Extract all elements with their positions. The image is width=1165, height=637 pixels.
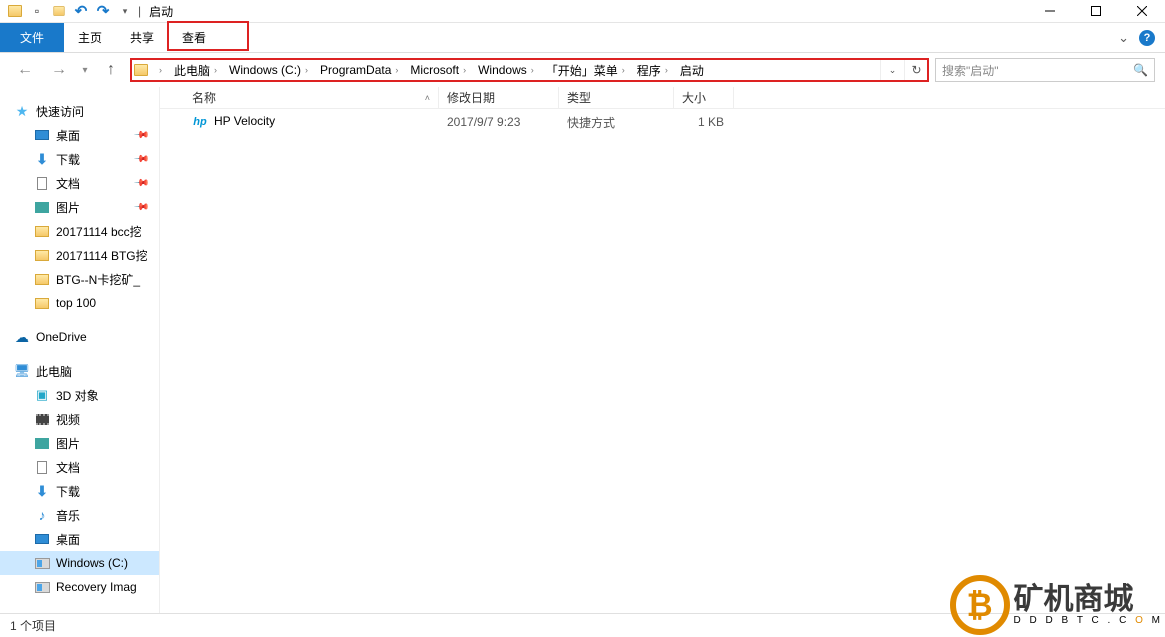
minimize-button[interactable]: [1027, 0, 1073, 23]
crumb[interactable]: Microsoft›: [406, 59, 474, 81]
crumb[interactable]: 程序›: [633, 59, 676, 81]
cloud-icon: ☁: [14, 329, 30, 345]
sort-asc-icon: ˄: [425, 93, 430, 103]
hp-icon: hp: [192, 114, 208, 130]
sidebar-item[interactable]: ⬇下载: [0, 479, 159, 503]
search-icon: 🔍: [1133, 63, 1148, 77]
crumb[interactable]: Windows›: [474, 59, 542, 81]
column-headers: 名称˄ 修改日期 类型 大小: [160, 87, 1165, 109]
sidebar-item[interactable]: ♪音乐: [0, 503, 159, 527]
crumb[interactable]: ProgramData›: [316, 59, 406, 81]
status-item-count: 1 个项目: [10, 617, 56, 634]
desktop-icon: [34, 531, 50, 547]
col-modified[interactable]: 修改日期: [439, 87, 559, 108]
drive-icon: [34, 555, 50, 571]
crumb[interactable]: 此电脑›: [170, 59, 225, 81]
sidebar-item[interactable]: 桌面📌: [0, 123, 159, 147]
folder-icon: [34, 295, 50, 311]
window-title: 启动: [149, 3, 173, 20]
crumb[interactable]: 「开始」菜单›: [542, 59, 633, 81]
col-name[interactable]: 名称˄: [184, 87, 439, 108]
sidebar-item[interactable]: 文档📌: [0, 171, 159, 195]
ribbon-collapse-icon[interactable]: ⌄: [1118, 30, 1129, 46]
redo-icon[interactable]: ↷: [94, 2, 112, 20]
tab-share[interactable]: 共享: [116, 23, 168, 52]
sidebar-this-pc[interactable]: 🖥此电脑: [0, 359, 159, 383]
navigation-pane: ★快速访问 桌面📌 ⬇下载📌 文档📌 图片📌 20171114 bcc挖 201…: [0, 87, 160, 613]
tab-file[interactable]: 文件: [0, 23, 64, 52]
folder-icon: [34, 247, 50, 263]
document-icon: [34, 175, 50, 191]
sidebar-quick-access[interactable]: ★快速访问: [0, 99, 159, 123]
sidebar-item[interactable]: Recovery Imag: [0, 575, 159, 599]
pin-icon: 📌: [132, 127, 149, 144]
video-icon: [34, 411, 50, 427]
address-bar[interactable]: › 此电脑› Windows (C:)› ProgramData› Micros…: [130, 58, 929, 82]
qat-new-folder-icon[interactable]: [50, 2, 68, 20]
folder-icon: [34, 223, 50, 239]
sidebar-item[interactable]: 视频: [0, 407, 159, 431]
crumb[interactable]: Windows (C:)›: [225, 59, 316, 81]
app-folder-icon: [6, 2, 24, 20]
address-dropdown-icon[interactable]: ⌄: [880, 59, 904, 81]
title-bar: ▫ ↶ ↷ ▾ | 启动: [0, 0, 1165, 23]
sidebar-item[interactable]: 文档: [0, 455, 159, 479]
sidebar-item[interactable]: BTG--N卡挖矿_: [0, 267, 159, 291]
nav-forward-button[interactable]: →: [44, 57, 74, 83]
qat-properties-icon[interactable]: ▫: [28, 2, 46, 20]
ribbon-tabs: 文件 主页 共享 查看 ⌄ ?: [0, 23, 1165, 53]
sidebar-item[interactable]: 20171114 bcc挖: [0, 219, 159, 243]
document-icon: [34, 459, 50, 475]
nav-back-button[interactable]: ←: [10, 57, 40, 83]
pictures-icon: [34, 435, 50, 451]
pin-icon: 📌: [132, 151, 149, 168]
sidebar-item[interactable]: ▣3D 对象: [0, 383, 159, 407]
address-row: ← → ▾ ↑ › 此电脑› Windows (C:)› ProgramData…: [0, 53, 1165, 87]
search-placeholder: 搜索"启动": [942, 62, 999, 79]
refresh-icon[interactable]: ↻: [904, 59, 928, 81]
undo-icon[interactable]: ↶: [72, 2, 90, 20]
sidebar-item[interactable]: 20171114 BTG挖: [0, 243, 159, 267]
folder-icon: [34, 271, 50, 287]
sidebar-onedrive[interactable]: ☁OneDrive: [0, 325, 159, 349]
nav-up-button[interactable]: ↑: [96, 57, 126, 83]
close-button[interactable]: [1119, 0, 1165, 23]
pin-icon: 📌: [132, 199, 149, 216]
help-icon[interactable]: ?: [1139, 30, 1155, 46]
pin-icon: 📌: [132, 175, 149, 192]
drive-icon: [34, 579, 50, 595]
sidebar-item[interactable]: 图片: [0, 431, 159, 455]
tab-view[interactable]: 查看: [168, 23, 220, 52]
music-icon: ♪: [34, 507, 50, 523]
address-folder-icon: [131, 64, 151, 76]
sidebar-item[interactable]: 桌面: [0, 527, 159, 551]
maximize-button[interactable]: [1073, 0, 1119, 23]
sidebar-item[interactable]: top 100: [0, 291, 159, 315]
search-input[interactable]: 搜索"启动" 🔍: [935, 58, 1155, 82]
file-row[interactable]: hpHP Velocity 2017/9/7 9:23 快捷方式 1 KB: [160, 109, 1165, 135]
tab-home[interactable]: 主页: [64, 23, 116, 52]
status-bar: 1 个项目: [0, 613, 1165, 637]
col-size[interactable]: 大小: [674, 87, 734, 108]
pc-icon: 🖥: [14, 363, 30, 379]
download-icon: ⬇: [34, 151, 50, 167]
sidebar-item[interactable]: 图片📌: [0, 195, 159, 219]
download-icon: ⬇: [34, 483, 50, 499]
qat-dropdown-icon[interactable]: ▾: [116, 2, 134, 20]
pictures-icon: [34, 199, 50, 215]
star-icon: ★: [14, 103, 30, 119]
cube-icon: ▣: [34, 387, 50, 403]
sidebar-item[interactable]: ⬇下载📌: [0, 147, 159, 171]
crumb[interactable]: 启动: [676, 59, 708, 81]
sidebar-item-windows-c[interactable]: Windows (C:): [0, 551, 159, 575]
col-type[interactable]: 类型: [559, 87, 674, 108]
nav-recent-dropdown[interactable]: ▾: [78, 57, 92, 83]
desktop-icon: [34, 127, 50, 143]
file-list: 名称˄ 修改日期 类型 大小 hpHP Velocity 2017/9/7 9:…: [160, 87, 1165, 613]
